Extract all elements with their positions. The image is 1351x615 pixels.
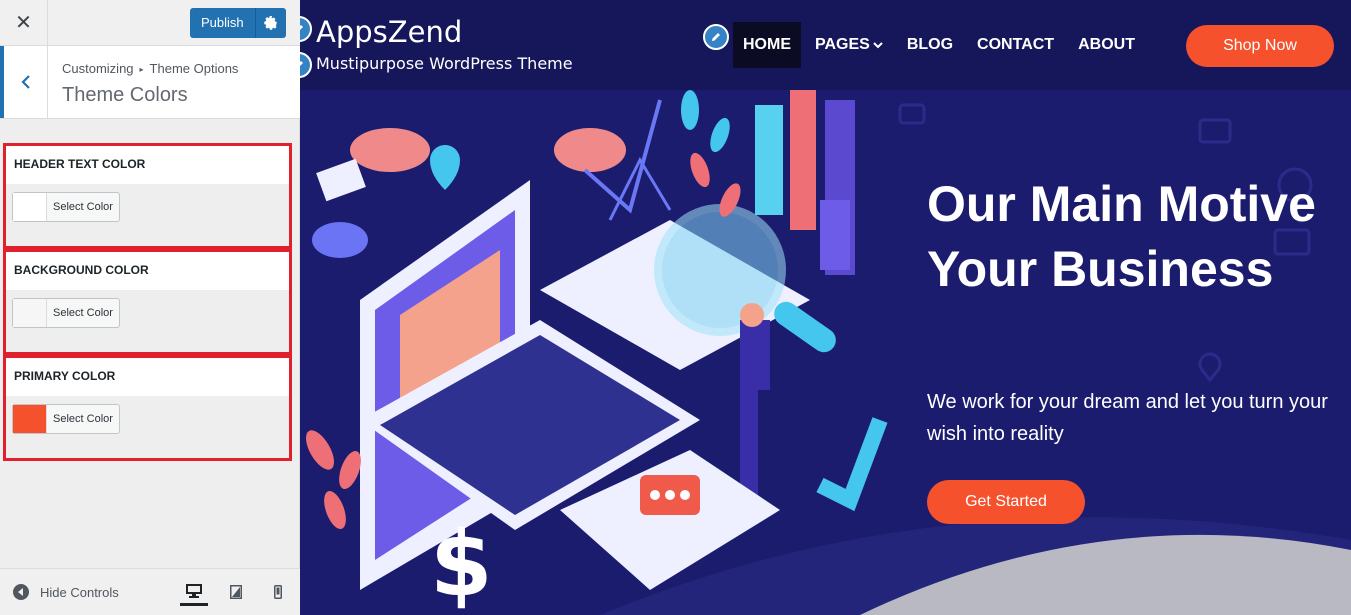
control-background-color: BACKGROUND COLOR Select Color (3, 249, 292, 355)
hero-title: Our Main Motive Your Business (927, 176, 1316, 297)
section-title: Theme Colors (62, 84, 188, 106)
chevron-left-icon (20, 75, 30, 89)
nav-item-home[interactable]: HOME (733, 22, 801, 68)
customizer-sidebar: ✕ Publish Customizing ▸ Theme Options Them… (0, 0, 300, 615)
publish-button[interactable]: Publish (190, 8, 255, 38)
color-swatch (13, 405, 47, 433)
color-swatch (13, 299, 47, 327)
publish-group: Publish (190, 8, 286, 38)
desktop-icon (186, 583, 202, 598)
nav-label: ABOUT (1078, 36, 1135, 53)
color-swatch (13, 193, 47, 221)
site-preview: $ AppsZend Mustipurpose WordPress Theme … (300, 0, 1351, 615)
breadcrumb-theme-options: Theme Options (149, 61, 239, 76)
chevron-down-icon (873, 42, 883, 49)
hide-controls-button[interactable]: Hide Controls (12, 583, 119, 601)
close-customizer-button[interactable]: ✕ (0, 0, 48, 46)
nav-item-about[interactable]: ABOUT (1068, 22, 1145, 68)
nav-item-blog[interactable]: BLOG (897, 22, 963, 68)
get-started-button[interactable]: Get Started (927, 480, 1085, 524)
shop-now-button[interactable]: Shop Now (1186, 25, 1334, 67)
pencil-icon (300, 61, 303, 66)
site-header: AppsZend Mustipurpose WordPress Theme HO… (300, 0, 1351, 90)
main-navigation: HOME PAGES BLOG CONTACT ABOUT (733, 22, 1145, 68)
pencil-icon (300, 25, 303, 30)
customizer-header: ✕ Publish (0, 0, 300, 46)
control-title: BACKGROUND COLOR (6, 252, 289, 290)
control-title: HEADER TEXT COLOR (6, 146, 289, 184)
collapse-icon (13, 584, 29, 600)
nav-label: BLOG (906, 36, 954, 53)
hide-controls-label: Hide Controls (40, 584, 119, 600)
breadcrumb-separator-icon: ▸ (139, 65, 144, 74)
primary-color-picker[interactable]: Select Color (12, 404, 120, 434)
select-color-button[interactable]: Select Color (47, 299, 119, 327)
close-icon: ✕ (15, 12, 32, 34)
select-color-button[interactable]: Select Color (47, 405, 119, 433)
nav-label: HOME (743, 36, 791, 53)
control-title: PRIMARY COLOR (6, 358, 289, 396)
header-text-color-picker[interactable]: Select Color (12, 192, 120, 222)
hero-illustration: $ (306, 90, 888, 615)
nav-item-contact[interactable]: CONTACT (967, 22, 1064, 68)
edit-title-shortcut[interactable] (300, 16, 312, 42)
select-color-button[interactable]: Select Color (47, 193, 119, 221)
breadcrumb: Customizing ▸ Theme Options (62, 61, 238, 76)
background-color-picker[interactable]: Select Color (12, 298, 120, 328)
mobile-icon (274, 585, 282, 599)
preview-mobile-button[interactable] (264, 578, 292, 606)
section-header: Customizing ▸ Theme Options Theme Colors (0, 46, 300, 119)
nav-label: CONTACT (977, 36, 1055, 53)
publish-settings-button[interactable] (254, 8, 286, 38)
edit-menu-shortcut[interactable] (703, 24, 729, 50)
nav-item-pages[interactable]: PAGES (805, 22, 893, 68)
pencil-icon (712, 33, 720, 41)
gear-icon (263, 16, 277, 30)
site-tagline: Mustipurpose WordPress Theme (316, 54, 573, 73)
svg-text:$: $ (430, 512, 493, 615)
tablet-icon (230, 585, 242, 599)
breadcrumb-customizing: Customizing (62, 61, 134, 76)
customizer-footer: Hide Controls (0, 568, 300, 615)
control-header-text-color: HEADER TEXT COLOR Select Color (3, 143, 292, 249)
site-title[interactable]: AppsZend (316, 15, 462, 49)
edit-tagline-shortcut[interactable] (300, 52, 312, 78)
preview-desktop-button[interactable] (180, 578, 208, 606)
control-primary-color: PRIMARY COLOR Select Color (3, 355, 292, 461)
hero-subtitle: We work for your dream and let you turn … (927, 391, 1328, 445)
back-button[interactable] (0, 46, 48, 118)
preview-tablet-button[interactable] (222, 578, 250, 606)
nav-label: PAGES (815, 36, 870, 53)
